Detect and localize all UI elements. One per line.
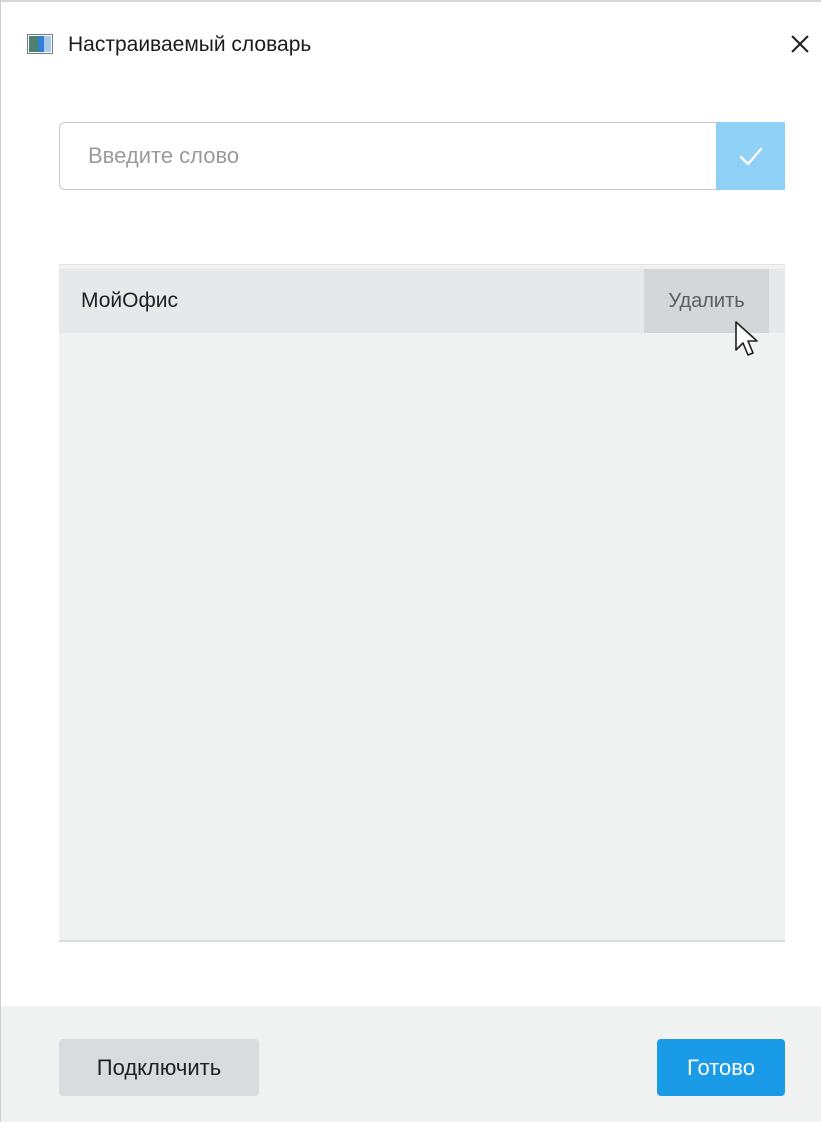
close-icon: [791, 35, 809, 53]
connect-button[interactable]: Подключить: [59, 1039, 259, 1096]
dialog-footer: Подключить Готово: [1, 1006, 821, 1122]
delete-word-button[interactable]: Удалить: [644, 269, 769, 333]
custom-dictionary-dialog: Настраиваемый словарь МойОфис Удалить По…: [0, 0, 821, 1122]
close-button[interactable]: [779, 22, 821, 66]
dictionary-word-list: МойОфис Удалить: [59, 264, 785, 942]
dialog-title: Настраиваемый словарь: [68, 33, 312, 56]
title-bar: Настраиваемый словарь: [1, 0, 821, 90]
word-input-container: [59, 122, 716, 190]
app-window-icon: [27, 34, 53, 54]
word-input[interactable]: [60, 123, 716, 189]
add-word-button[interactable]: [716, 122, 785, 190]
checkmark-icon: [739, 147, 763, 166]
done-button[interactable]: Готово: [657, 1039, 785, 1096]
word-label: МойОфис: [81, 289, 178, 312]
list-item[interactable]: МойОфис Удалить: [59, 269, 785, 333]
